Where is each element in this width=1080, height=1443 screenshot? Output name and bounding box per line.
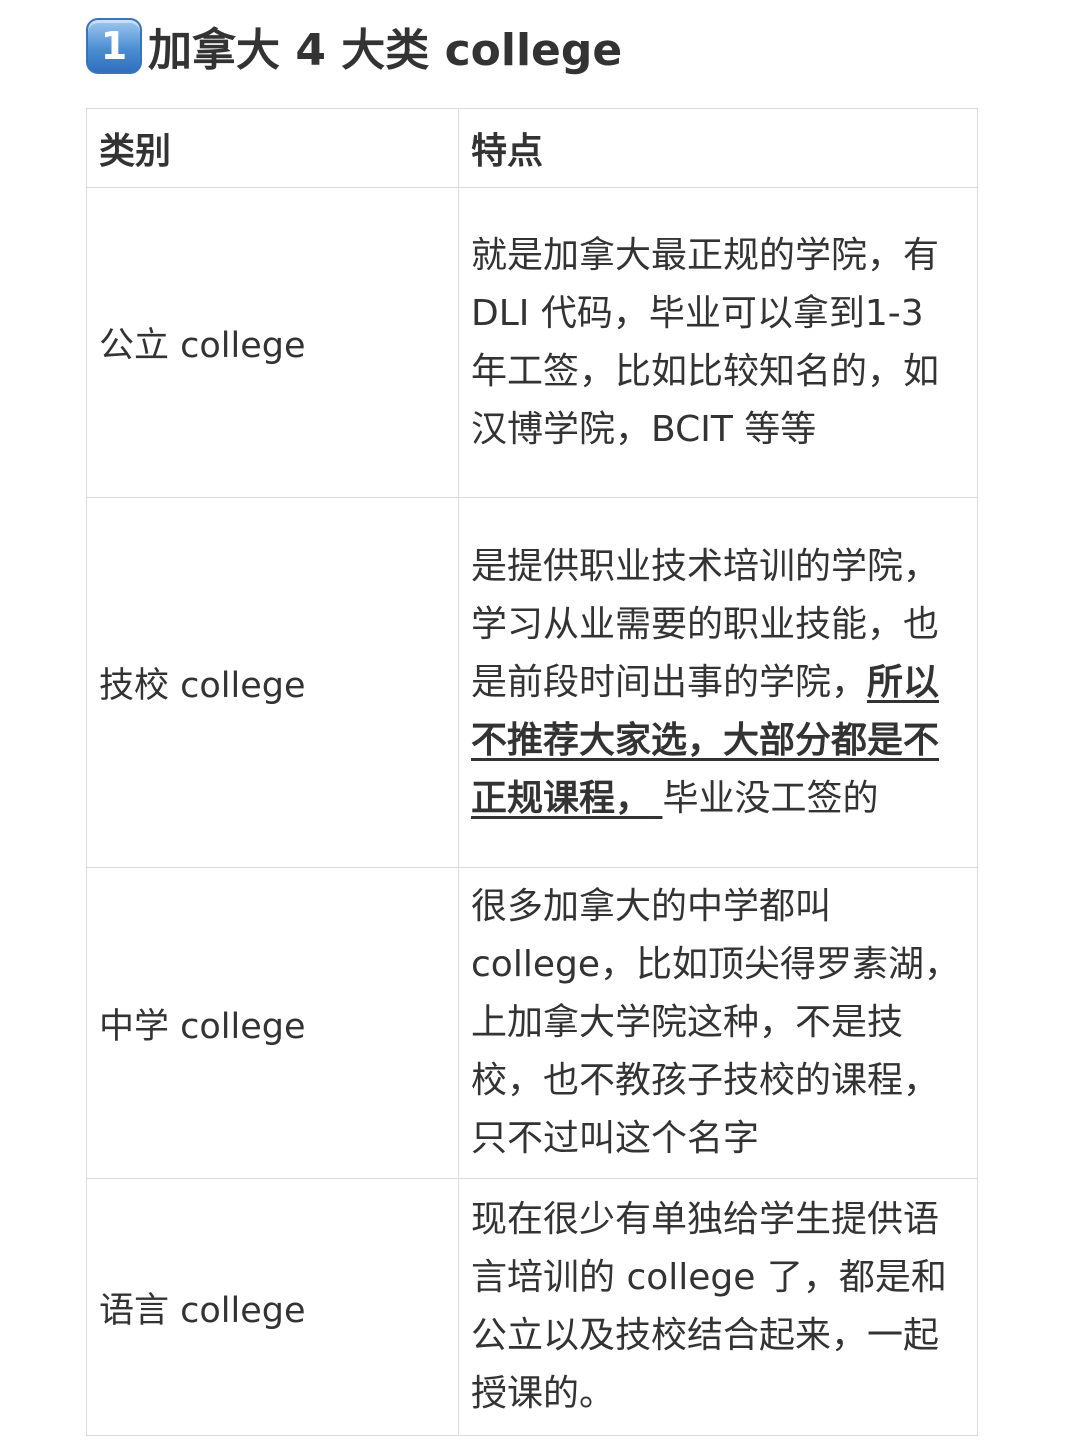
table-row: 中学 college 很多加拿大的中学都叫 college，比如顶尖得罗素湖，上… bbox=[86, 867, 978, 1179]
category-cell: 公立 college bbox=[86, 187, 459, 498]
column-header-feature: 特点 bbox=[458, 108, 978, 188]
keycap-number: 1 bbox=[100, 24, 128, 68]
table-row: 技校 college 是提供职业技术培训的学院，学习从业需要的职业技能，也是前段… bbox=[86, 497, 978, 868]
category-cell: 中学 college bbox=[86, 867, 459, 1179]
section-heading: 1 加拿大 4 大类 college bbox=[86, 14, 622, 78]
feature-cell: 是提供职业技术培训的学院，学习从业需要的职业技能，也是前段时间出事的学院，所以不… bbox=[458, 497, 978, 868]
feature-text-end: 毕业没工签的 bbox=[662, 777, 879, 819]
category-cell: 技校 college bbox=[86, 497, 459, 868]
feature-cell: 就是加拿大最正规的学院，有 DLI 代码，毕业可以拿到1-3 年工签，比如比较知… bbox=[458, 187, 978, 498]
heading-title: 加拿大 4 大类 college bbox=[148, 25, 623, 76]
feature-cell: 很多加拿大的中学都叫 college，比如顶尖得罗素湖，上加拿大学院这种，不是技… bbox=[458, 867, 978, 1179]
keycap-number-icon: 1 bbox=[86, 18, 142, 74]
table-row: 公立 college 就是加拿大最正规的学院，有 DLI 代码，毕业可以拿到1-… bbox=[86, 187, 978, 498]
table-header-row: 类别 特点 bbox=[86, 108, 978, 188]
category-cell: 语言 college bbox=[86, 1178, 459, 1436]
feature-underline-space bbox=[651, 778, 662, 819]
feature-cell: 现在很少有单独给学生提供语言培训的 college 了，都是和公立以及技校结合起… bbox=[458, 1178, 978, 1436]
college-types-table: 类别 特点 公立 college 就是加拿大最正规的学院，有 DLI 代码，毕业… bbox=[86, 108, 978, 1436]
column-header-category: 类别 bbox=[86, 108, 459, 188]
table-row: 语言 college 现在很少有单独给学生提供语言培训的 college 了，都… bbox=[86, 1178, 978, 1436]
